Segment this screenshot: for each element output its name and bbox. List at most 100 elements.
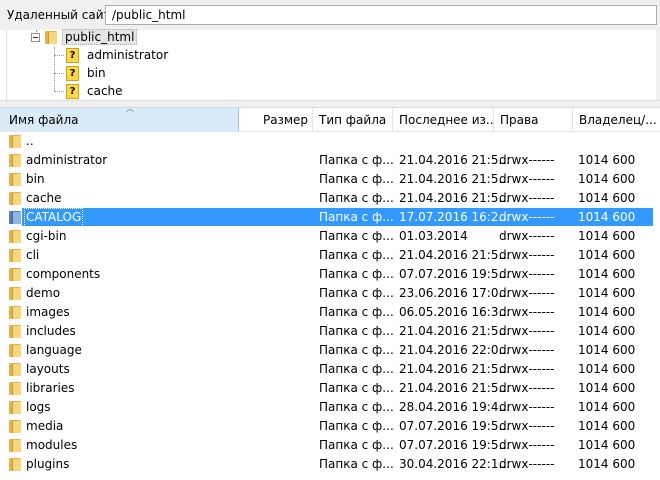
file-modified: 21.04.2016 21:5... bbox=[399, 172, 510, 186]
file-name: libraries bbox=[26, 381, 75, 395]
file-permissions: drwx------ bbox=[499, 324, 555, 338]
tree-node-administrator[interactable]: ? administrator bbox=[66, 46, 171, 64]
file-permissions: drwx------ bbox=[499, 362, 555, 376]
table-row[interactable]: images Папка с ф... 06.05.2016 16:3... drwx… bbox=[0, 303, 660, 322]
table-row[interactable]: modules Папка с ф... 07.07.2016 19:5... drw… bbox=[0, 436, 660, 455]
file-name: modules bbox=[26, 438, 78, 452]
table-row[interactable]: bin Папка с ф... 21.04.2016 21:5... drwx---… bbox=[0, 170, 660, 189]
folder-icon bbox=[9, 325, 21, 338]
file-owner: 1014 600 bbox=[578, 229, 636, 243]
file-modified: 07.07.2016 19:5... bbox=[399, 438, 510, 452]
file-permissions: drwx------ bbox=[499, 210, 555, 224]
file-owner: 1014 600 bbox=[578, 153, 636, 167]
file-permissions: drwx------ bbox=[499, 229, 555, 243]
folder-icon bbox=[9, 192, 21, 205]
column-header-size[interactable]: Размер bbox=[239, 108, 313, 131]
file-name: cache bbox=[26, 191, 62, 205]
folder-icon bbox=[9, 306, 21, 319]
file-modified: 21.04.2016 21:5... bbox=[399, 248, 510, 262]
tree-connector bbox=[54, 55, 64, 56]
file-owner: 1014 600 bbox=[578, 324, 636, 338]
file-type: Папка с ф... bbox=[319, 400, 394, 414]
table-row[interactable]: logs Папка с ф... 28.04.2016 19:4... drwx--… bbox=[0, 398, 660, 417]
file-type: Папка с ф... bbox=[319, 286, 394, 300]
table-row[interactable]: libraries Папка с ф... 21.04.2016 21:5... d… bbox=[0, 379, 660, 398]
table-row[interactable]: demo Папка с ф... 23.06.2016 17:0... drwx--… bbox=[0, 284, 660, 303]
file-permissions: drwx------ bbox=[499, 438, 555, 452]
file-owner: 1014 600 bbox=[578, 286, 636, 300]
file-name: CATALOG bbox=[24, 208, 84, 227]
file-modified: 17.07.2016 16:2... bbox=[399, 210, 510, 224]
column-header-label: Владелец/... bbox=[579, 113, 656, 127]
table-row[interactable]: media Папка с ф... 07.07.2016 19:5... drwx-… bbox=[0, 417, 660, 436]
collapse-icon[interactable] bbox=[31, 32, 40, 42]
file-modified: 23.06.2016 17:0... bbox=[399, 286, 510, 300]
file-modified: 21.04.2016 22:0... bbox=[399, 343, 510, 357]
file-permissions: drwx------ bbox=[499, 305, 555, 319]
file-owner: 1014 600 bbox=[578, 172, 636, 186]
column-header-type[interactable]: Тип файла bbox=[313, 108, 393, 131]
table-row[interactable]: plugins Папка с ф... 30.04.2016 22:1... drw… bbox=[0, 455, 660, 474]
column-header-owner[interactable]: Владелец/... bbox=[573, 108, 656, 131]
folder-icon bbox=[9, 287, 21, 300]
file-name: cgi-bin bbox=[26, 229, 67, 243]
table-row[interactable]: CATALOG Папка с ф... 17.07.2016 16:2... drw… bbox=[0, 208, 660, 227]
file-permissions: drwx------ bbox=[499, 153, 555, 167]
tree-connector bbox=[54, 73, 64, 74]
sort-ascending-icon: ︿ bbox=[126, 108, 134, 113]
file-type: Папка с ф... bbox=[319, 438, 394, 452]
file-type: Папка с ф... bbox=[319, 229, 394, 243]
table-row[interactable]: cli Папка с ф... 21.04.2016 21:5... drwx---… bbox=[0, 246, 660, 265]
remote-site-label: Удаленный сайт: bbox=[7, 8, 115, 22]
column-header-name[interactable]: ︿ Имя файла bbox=[0, 108, 239, 131]
file-modified: 21.04.2016 21:5... bbox=[399, 324, 510, 338]
file-name: bin bbox=[26, 172, 45, 186]
file-modified: 21.04.2016 21:5... bbox=[399, 191, 510, 205]
file-owner: 1014 600 bbox=[578, 267, 636, 281]
folder-icon bbox=[9, 249, 21, 262]
tree-node-cache[interactable]: ? cache bbox=[66, 82, 126, 100]
column-header-modified[interactable]: Последнее из... bbox=[393, 108, 494, 131]
remote-site-bar: Удаленный сайт: /public_html bbox=[0, 0, 660, 30]
folder-icon bbox=[9, 401, 21, 414]
file-type: Папка с ф... bbox=[319, 381, 394, 395]
tree-node-public-html[interactable]: public_html bbox=[31, 28, 138, 46]
file-permissions: drwx------ bbox=[499, 400, 555, 414]
column-header-label: Последнее из... bbox=[399, 113, 494, 127]
file-owner: 1014 600 bbox=[578, 381, 636, 395]
table-row[interactable]: cgi-bin Папка с ф... 01.03.2014 drwx------ 1… bbox=[0, 227, 660, 246]
folder-icon bbox=[9, 439, 21, 452]
table-row[interactable]: language Папка с ф... 21.04.2016 22:0... dr… bbox=[0, 341, 660, 360]
table-row[interactable]: .. bbox=[0, 132, 660, 151]
file-modified: 21.04.2016 21:5... bbox=[399, 362, 510, 376]
file-type: Папка с ф... bbox=[319, 305, 394, 319]
folder-icon bbox=[9, 458, 21, 471]
folder-icon bbox=[9, 363, 21, 376]
folder-icon bbox=[9, 344, 21, 357]
file-modified: 07.07.2016 19:5... bbox=[399, 419, 510, 433]
table-row[interactable]: includes Папка с ф... 21.04.2016 21:5... dr… bbox=[0, 322, 660, 341]
table-row[interactable]: layouts Папка с ф... 21.04.2016 21:5... drw… bbox=[0, 360, 660, 379]
table-row[interactable]: cache Папка с ф... 21.04.2016 21:5... drwx-… bbox=[0, 189, 660, 208]
table-row[interactable]: administrator Папка с ф... 21.04.2016 21:5… bbox=[0, 151, 660, 170]
table-row[interactable]: components Папка с ф... 07.07.2016 19:5...… bbox=[0, 265, 660, 284]
folder-icon bbox=[9, 382, 21, 395]
folder-icon bbox=[9, 268, 21, 281]
file-owner: 1014 600 bbox=[578, 419, 636, 433]
folder-icon bbox=[9, 135, 21, 148]
file-name: media bbox=[26, 419, 64, 433]
file-type: Папка с ф... bbox=[319, 362, 394, 376]
file-name: cli bbox=[26, 248, 40, 262]
folder-icon bbox=[9, 230, 21, 243]
file-type: Папка с ф... bbox=[319, 343, 394, 357]
tree-node-bin[interactable]: ? bin bbox=[66, 64, 109, 82]
question-icon: ? bbox=[66, 65, 79, 81]
column-header-label: Права bbox=[500, 113, 539, 127]
file-permissions: drwx------ bbox=[499, 457, 555, 471]
file-name: administrator bbox=[26, 153, 108, 167]
tree-scrollbar[interactable] bbox=[656, 30, 660, 100]
directory-tree: public_html ? administrator ? bin ? cach… bbox=[0, 28, 660, 100]
pane-splitter[interactable] bbox=[0, 100, 660, 108]
column-header-permissions[interactable]: Права bbox=[494, 108, 573, 131]
remote-path-input[interactable]: /public_html bbox=[105, 5, 657, 25]
